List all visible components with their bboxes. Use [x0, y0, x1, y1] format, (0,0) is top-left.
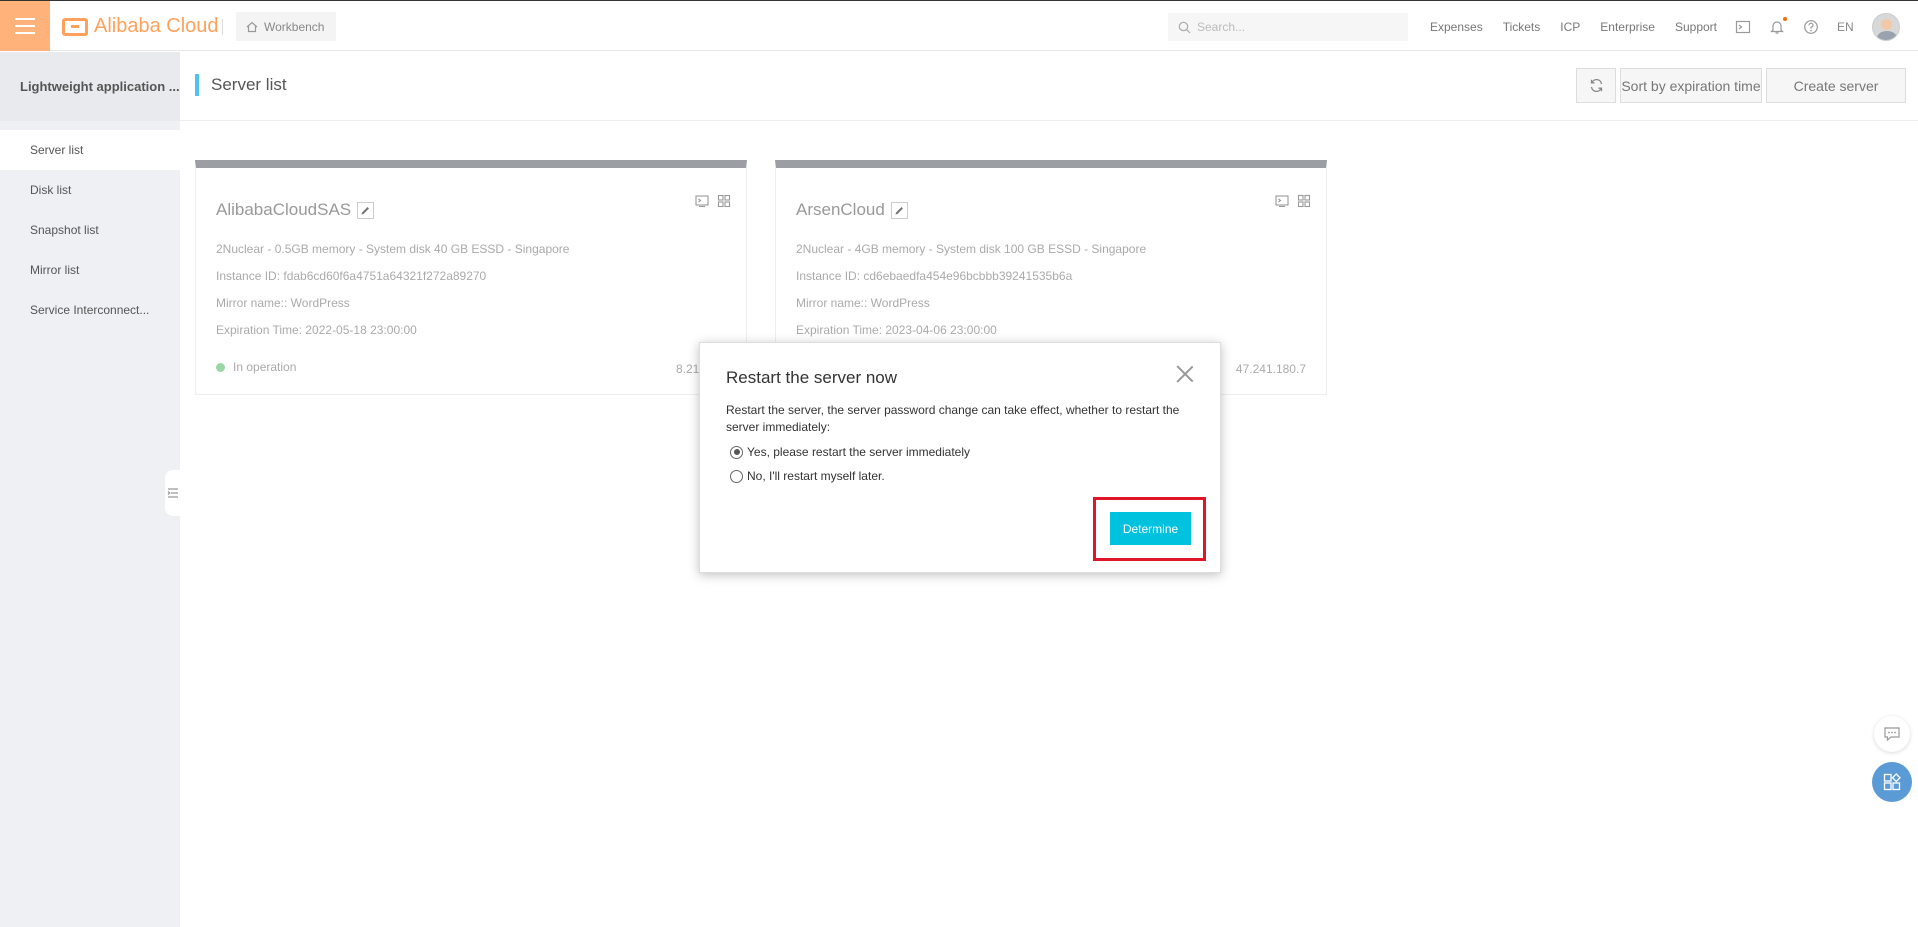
- apps-icon: [1883, 773, 1901, 791]
- radio-label: Yes, please restart the server immediate…: [747, 445, 970, 459]
- link-icp[interactable]: ICP: [1560, 20, 1580, 34]
- header-actions: Sort by expiration time Create server: [1576, 68, 1906, 103]
- server-name-row: ArsenCloud: [796, 200, 908, 220]
- server-name-row: AlibabaCloudSAS: [216, 200, 375, 220]
- mirror-name: Mirror name:: WordPress: [216, 296, 350, 310]
- sidebar-item-service-interconnect[interactable]: Service Interconnect...: [0, 290, 180, 330]
- status-text: In operation: [233, 360, 297, 374]
- menu-icon[interactable]: [0, 1, 50, 51]
- divider: [222, 19, 223, 35]
- chat-icon: [1884, 727, 1900, 742]
- radio-button-checked[interactable]: [730, 445, 743, 459]
- avatar[interactable]: [1871, 12, 1900, 41]
- remote-connect-icon[interactable]: [1275, 194, 1289, 208]
- alibaba-cloud-logo[interactable]: Alibaba Cloud: [62, 15, 219, 38]
- card-actions: [1275, 194, 1311, 208]
- refresh-button[interactable]: [1576, 68, 1616, 103]
- top-navigation-bar: Alibaba Cloud Workbench Expenses Tickets…: [0, 0, 1918, 51]
- link-expenses[interactable]: Expenses: [1430, 20, 1483, 34]
- radio-restart-later[interactable]: No, I'll restart myself later.: [730, 469, 885, 483]
- determine-button[interactable]: Determine: [1110, 512, 1191, 545]
- server-ip: 47.241.180.7: [1235, 362, 1306, 376]
- dialog-message: Restart the server, the server password …: [726, 403, 1180, 434]
- instance-id: Instance ID: fdab6cd60f6a4751a64321f272a…: [216, 269, 487, 283]
- top-links: Expenses Tickets ICP Enterprise Support: [1430, 1, 1717, 52]
- mirror-name: Mirror name:: WordPress: [796, 296, 930, 310]
- server-spec: 2Nuclear - 4GB memory - System disk 100 …: [796, 242, 1147, 256]
- card-actions: [695, 194, 731, 208]
- grid-icon[interactable]: [717, 194, 731, 208]
- sidebar-title: Lightweight application ...: [0, 52, 180, 121]
- search-box[interactable]: [1168, 13, 1408, 41]
- language-switch[interactable]: EN: [1837, 20, 1854, 34]
- help-icon[interactable]: [1803, 19, 1819, 35]
- page-title: Server list: [195, 74, 287, 96]
- workbench-label: Workbench: [264, 19, 325, 34]
- bell-icon[interactable]: [1769, 16, 1787, 35]
- radio-label: No, I'll restart myself later.: [747, 469, 885, 483]
- sort-by-expiration-button[interactable]: Sort by expiration time: [1620, 68, 1762, 103]
- sidebar-item-disk-list[interactable]: Disk list: [0, 170, 180, 210]
- edit-icon[interactable]: [357, 201, 375, 219]
- sidebar-collapse-toggle[interactable]: [165, 470, 181, 516]
- grid-icon[interactable]: [1297, 194, 1311, 208]
- instance-id: Instance ID: cd6ebaedfa454e96bcbbb392415…: [796, 269, 1073, 283]
- dialog-title: Restart the server now: [726, 368, 898, 387]
- edit-icon[interactable]: [890, 201, 908, 219]
- link-support[interactable]: Support: [1675, 20, 1717, 34]
- logo-icon: [62, 17, 88, 36]
- sidebar: Lightweight application ... Server list …: [0, 52, 181, 927]
- server-name[interactable]: AlibabaCloudSAS: [216, 200, 351, 220]
- status-badge: In operation: [216, 360, 296, 374]
- page-header: Server list Sort by expiration time Crea…: [180, 52, 1918, 121]
- terminal-icon[interactable]: [1735, 19, 1751, 35]
- close-icon[interactable]: [1176, 365, 1194, 383]
- collapse-icon: [167, 488, 178, 498]
- radio-restart-now[interactable]: Yes, please restart the server immediate…: [730, 445, 970, 459]
- home-icon: [246, 21, 258, 33]
- search-input[interactable]: [1197, 20, 1397, 34]
- restart-server-dialog: Restart the server now Restart the serve…: [699, 342, 1221, 573]
- link-enterprise[interactable]: Enterprise: [1600, 20, 1655, 34]
- quick-apps-button[interactable]: [1872, 762, 1912, 802]
- radio-button[interactable]: [730, 469, 743, 483]
- search-icon: [1178, 21, 1191, 33]
- server-spec: 2Nuclear - 0.5GB memory - System disk 40…: [216, 242, 570, 256]
- feedback-chat-button[interactable]: [1874, 716, 1910, 752]
- top-icons: EN: [1735, 1, 1900, 52]
- sidebar-item-mirror-list[interactable]: Mirror list: [0, 250, 180, 290]
- sidebar-item-snapshot-list[interactable]: Snapshot list: [0, 210, 180, 250]
- logo-text: Alibaba Cloud: [94, 15, 219, 37]
- sidebar-item-server-list[interactable]: Server list: [0, 130, 180, 170]
- remote-connect-icon[interactable]: [695, 194, 709, 208]
- workbench-button[interactable]: Workbench: [236, 12, 337, 41]
- link-tickets[interactable]: Tickets: [1503, 20, 1541, 34]
- status-dot: [216, 362, 225, 372]
- create-server-button[interactable]: Create server: [1766, 68, 1906, 103]
- notification-dot: [1783, 16, 1787, 21]
- expiration-time: Expiration Time: 2023-04-06 23:00:00: [796, 323, 997, 337]
- server-card[interactable]: AlibabaCloudSAS 2Nuclear - 0.5GB memory …: [195, 160, 747, 395]
- refresh-icon: [1590, 78, 1602, 93]
- server-name[interactable]: ArsenCloud: [796, 200, 885, 220]
- expiration-time: Expiration Time: 2022-05-18 23:00:00: [216, 323, 417, 337]
